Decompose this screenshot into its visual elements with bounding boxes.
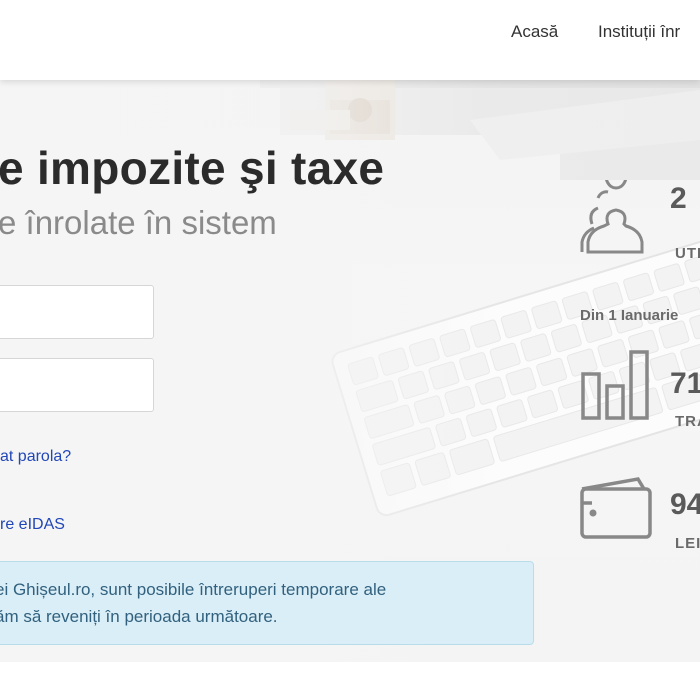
- username-field[interactable]: [0, 285, 154, 339]
- nav-item-home[interactable]: Acasă: [511, 22, 558, 42]
- hero-section: e impozite şi taxe e înrolate în sistem …: [0, 80, 700, 662]
- password-field[interactable]: [0, 358, 154, 412]
- alert-line-2: ăm să reveniți în perioada următoare.: [0, 607, 278, 626]
- alert-line-1: ei Ghișeul.ro, sunt posibile întreruperi…: [0, 580, 387, 599]
- maintenance-alert: ei Ghișeul.ro, sunt posibile întreruperi…: [0, 561, 534, 645]
- transactions-label: TRA: [675, 413, 700, 430]
- page-title: e impozite şi taxe: [0, 142, 385, 194]
- nav-item-institutions[interactable]: Instituții înr: [598, 22, 680, 42]
- users-icon: [580, 180, 644, 254]
- page-subtitle: e înrolate în sistem: [0, 204, 277, 241]
- top-navigation: Acasă Instituții înr: [0, 0, 700, 80]
- users-label: UTI: [675, 245, 700, 262]
- bar-chart-icon: [581, 350, 649, 420]
- page-bottom: [0, 662, 700, 700]
- payments-label: LEI: [675, 535, 700, 552]
- users-count: 2: [670, 182, 687, 215]
- transactions-count: 71: [670, 367, 700, 400]
- payments-amount: 94: [670, 488, 700, 521]
- eidas-login-link[interactable]: re eIDAS: [0, 516, 65, 534]
- wallet-icon: [580, 477, 652, 539]
- forgot-password-link[interactable]: at parola?: [0, 448, 71, 466]
- stats-since-text: Din 1 Ianuarie: [580, 307, 679, 324]
